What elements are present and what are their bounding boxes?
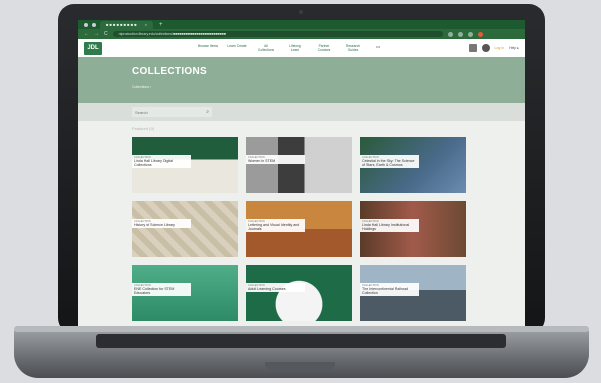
tab-bar: ■ ■ ■ ■ ■ ■ ■ ■ ■ × + <box>78 20 525 29</box>
tab-title: ■ ■ ■ ■ ■ ■ ■ ■ ■ <box>106 22 137 27</box>
card-title: The Intercontinental Railroad Collection <box>362 287 409 295</box>
extension-icon[interactable] <box>467 31 473 37</box>
new-tab-button[interactable]: + <box>159 22 163 28</box>
card-label: COLLECTION Linda Hall Library Institution… <box>360 219 420 232</box>
card-title: Adult Learning Courses <box>248 287 286 291</box>
collections-content: Featured (9) COLLECTION Linda Hall Librar… <box>78 121 525 321</box>
browser-window: ■ ■ ■ ■ ■ ■ ■ ■ ■ × + ← → C nlproduction… <box>78 20 525 327</box>
nav-item-learn[interactable]: Learn Create <box>227 44 247 52</box>
collection-card[interactable]: COLLECTION Linda Hall Library Digital Col… <box>132 137 238 193</box>
reload-icon[interactable]: C <box>104 31 108 37</box>
card-label: COLLECTION History of Science Library <box>132 219 192 228</box>
browser-tab[interactable]: ■ ■ ■ ■ ■ ■ ■ ■ ■ × <box>100 21 153 29</box>
collection-card[interactable]: COLLECTION The Intercontinental Railroad … <box>360 265 466 321</box>
webcam <box>299 10 303 14</box>
nav-item-partners[interactable]: Partner Curators <box>314 44 334 52</box>
collection-card[interactable]: COLLECTION History of Science Library <box>132 201 238 257</box>
card-label: COLLECTION Lettering and Visual Identity … <box>246 219 306 232</box>
extension-icon[interactable] <box>447 31 453 37</box>
card-image <box>246 265 352 321</box>
card-image <box>132 201 238 257</box>
more-menu-icon[interactable]: ••• <box>376 44 380 52</box>
address-bar: ← → C nlproduction.library.edu/collectio… <box>78 29 525 39</box>
nav-item-browse[interactable]: Browse Items <box>198 44 218 52</box>
grid-icon[interactable] <box>468 44 477 52</box>
settings-icon[interactable] <box>481 44 490 52</box>
back-icon[interactable]: ← <box>84 31 89 37</box>
card-title: ENE Collection for STEM Educators <box>134 287 175 295</box>
nav-item-research[interactable]: Research Guides <box>343 44 363 52</box>
extension-icon[interactable] <box>457 31 463 37</box>
main-nav: Browse Items Learn Create All Collection… <box>198 44 380 52</box>
collection-card[interactable]: COLLECTION Women in STEM <box>246 137 352 193</box>
search-input[interactable] <box>135 109 195 115</box>
tab-close-icon[interactable]: × <box>145 21 147 29</box>
url-field[interactable]: nlproduction.library.edu/collections/■■■… <box>112 31 443 37</box>
laptop-hinge <box>14 326 589 332</box>
collection-card[interactable]: COLLECTION Linda Hall Library Institution… <box>360 201 466 257</box>
profile-icon[interactable] <box>477 31 483 37</box>
laptop-notch <box>265 362 335 370</box>
site-logo[interactable]: JDL <box>84 41 102 55</box>
collections-grid: COLLECTION Linda Hall Library Digital Col… <box>132 137 525 321</box>
card-title: Linda Hall Library Digital Collections <box>134 159 173 167</box>
page-title: COLLECTIONS <box>132 66 207 77</box>
collections-banner: COLLECTIONS Collections › <box>78 57 525 103</box>
site-header: JDL Browse Items Learn Create All Collec… <box>78 39 525 57</box>
collection-card[interactable]: COLLECTION Lettering and Visual Identity … <box>246 201 352 257</box>
search-icon[interactable]: ⌕ <box>206 109 209 115</box>
card-title: Women in STEM <box>248 159 276 163</box>
card-label: COLLECTION Women in STEM <box>246 155 306 164</box>
window-control[interactable] <box>84 22 88 27</box>
section-label: Featured (9) <box>132 126 155 131</box>
card-label: COLLECTION ENE Collection for STEM Educat… <box>132 283 192 296</box>
collection-card[interactable]: COLLECTION Celestial in the Sky: The Scie… <box>360 137 466 193</box>
search-box: ⌕ <box>132 107 212 117</box>
card-image <box>246 137 352 193</box>
header-actions: Log in Help ▸ <box>468 44 519 52</box>
card-label: COLLECTION Adult Learning Courses <box>246 283 306 292</box>
search-row: ⌕ <box>78 103 525 121</box>
breadcrumb[interactable]: Collections › <box>132 85 525 89</box>
card-label: COLLECTION Linda Hall Library Digital Col… <box>132 155 192 168</box>
window-control[interactable] <box>92 22 96 27</box>
card-label: COLLECTION The Intercontinental Railroad … <box>360 283 420 296</box>
nav-item-lifelong[interactable]: Lifelong Learn <box>285 44 305 52</box>
help-menu[interactable]: Help ▸ <box>509 46 519 50</box>
login-link[interactable]: Log in <box>495 46 505 50</box>
laptop-keyboard <box>96 334 506 348</box>
card-title: Linda Hall Library Institutional Holding… <box>362 223 410 231</box>
card-title: History of Science Library <box>134 223 175 227</box>
collection-card[interactable]: COLLECTION Adult Learning Courses <box>246 265 352 321</box>
collection-card[interactable]: COLLECTION ENE Collection for STEM Educat… <box>132 265 238 321</box>
card-title: Lettering and Visual Identity and Journa… <box>248 223 300 231</box>
card-title: Celestial in the Sky: The Science of Sta… <box>362 159 415 167</box>
card-label: COLLECTION Celestial in the Sky: The Scie… <box>360 155 420 168</box>
nav-item-collections[interactable]: All Collections <box>256 44 276 52</box>
forward-icon[interactable]: → <box>94 31 99 37</box>
